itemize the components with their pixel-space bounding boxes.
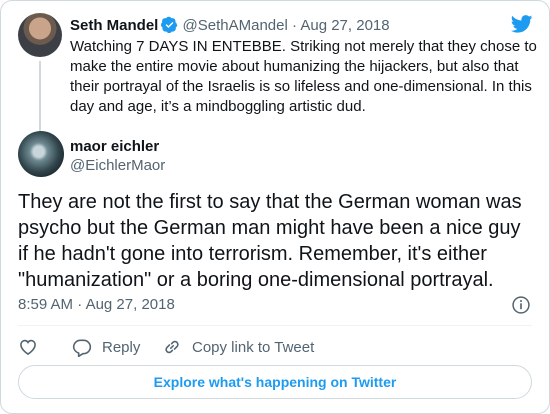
- heart-icon: [20, 339, 36, 356]
- reply-button[interactable]: Reply: [72, 335, 140, 359]
- reply-bubble-icon: [72, 339, 92, 357]
- author-name[interactable]: Seth Mandel: [70, 17, 158, 34]
- parent-tweet-date[interactable]: Aug 27, 2018: [300, 17, 389, 34]
- info-icon[interactable]: [511, 295, 531, 315]
- parent-tweet-header: Seth Mandel @SethAMandel · Aug 27, 2018: [70, 16, 390, 36]
- twitter-bird-icon[interactable]: [511, 15, 533, 33]
- reply-label: Reply: [102, 338, 141, 356]
- copy-link-label: Copy link to Tweet: [192, 338, 315, 356]
- tweet-text: They are not the first to say that the G…: [18, 191, 522, 291]
- author-handle[interactable]: @SethAMandel: [183, 17, 288, 34]
- like-button[interactable]: [18, 335, 48, 359]
- author-name[interactable]: maor eichler: [70, 138, 159, 155]
- tweet-time: 8:59 AM: [18, 296, 74, 313]
- tweet-embed-card: Seth Mandel @SethAMandel · Aug 27, 2018 …: [0, 0, 550, 414]
- separator-dot: ·: [77, 296, 83, 313]
- verified-badge-icon: [161, 16, 178, 33]
- tweet-date: Aug 27, 2018: [85, 296, 175, 313]
- author-handle[interactable]: @EichlerMaor: [70, 157, 165, 174]
- copy-link-button[interactable]: Copy link to Tweet: [162, 335, 314, 359]
- divider: [18, 325, 532, 326]
- tweet-timestamp[interactable]: 8:59 AM · Aug 27, 2018: [18, 295, 175, 315]
- explore-twitter-button[interactable]: Explore what's happening on Twitter: [18, 365, 532, 399]
- parent-tweet-text: Watching 7 DAYS IN ENTEBBE. Striking not…: [70, 38, 537, 115]
- avatar[interactable]: [18, 131, 64, 177]
- separator-dot: ·: [292, 17, 297, 34]
- link-icon: [165, 340, 179, 354]
- avatar[interactable]: [18, 13, 62, 57]
- thread-line: [39, 61, 41, 133]
